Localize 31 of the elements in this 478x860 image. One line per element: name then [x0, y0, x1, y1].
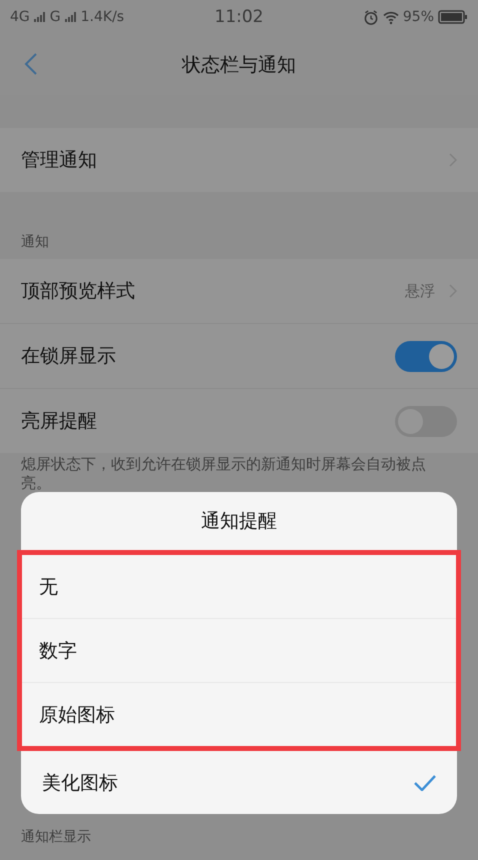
settings-row[interactable]: 亮屏提醒 [0, 389, 478, 453]
row-label: 顶部预览样式 [21, 279, 136, 304]
row-value: 悬浮 [405, 282, 435, 300]
page-title: 状态栏与通知 [182, 52, 296, 78]
network-speed: 1.4K/s [80, 9, 124, 25]
settings-row[interactable]: 管理通知 [0, 128, 478, 192]
section-title: 通知栏显示 [20, 828, 92, 847]
option-item[interactable]: 数字 [22, 619, 456, 683]
signal-icon [64, 12, 77, 22]
alarm-icon [362, 10, 379, 24]
option-item[interactable]: 原始图标 [22, 683, 456, 746]
clock-time: 11:02 [214, 7, 264, 27]
settings-row[interactable]: 顶部预览样式 悬浮 [0, 259, 478, 324]
signal-icon [34, 12, 46, 22]
row-label: 亮屏提醒 [21, 409, 98, 434]
battery-percent: 95% [402, 9, 434, 25]
network-label: 4G [10, 9, 30, 25]
footnote-text: 熄屏状态下，收到允许在锁屏显示的新通知时屏幕会自动被点亮。 [20, 454, 427, 493]
back-icon[interactable] [24, 52, 38, 76]
check-icon [414, 774, 436, 790]
section-title: 通知 [20, 233, 50, 252]
battery-icon [438, 10, 468, 24]
dialog-title: 通知提醒 [200, 509, 278, 534]
option-item[interactable]: 无 [22, 555, 456, 619]
option-item[interactable]: 美化图标 [21, 751, 457, 814]
settings-row[interactable]: 在锁屏显示 [0, 324, 478, 389]
network-label: G [50, 9, 61, 25]
row-label: 在锁屏显示 [21, 344, 117, 369]
row-label: 管理通知 [21, 148, 98, 173]
toggle-switch[interactable] [395, 340, 457, 372]
wifi-icon [382, 10, 399, 24]
